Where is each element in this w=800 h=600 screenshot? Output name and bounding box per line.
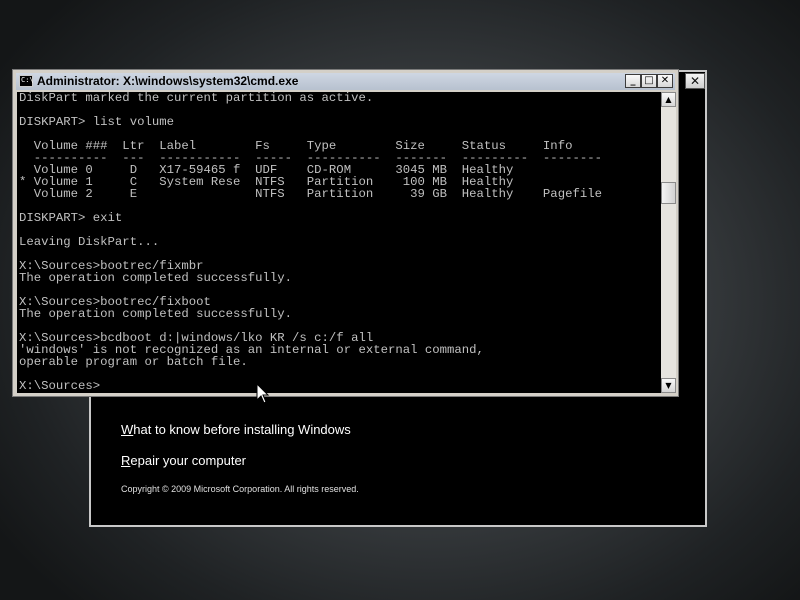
scroll-down-arrow-icon[interactable]: ▼ — [661, 378, 676, 393]
maximize-button[interactable]: □ — [641, 74, 657, 88]
cmd-window: C:\ Administrator: X:\windows\system32\c… — [12, 69, 679, 397]
what-to-know-accelerator: W — [121, 422, 134, 437]
vertical-scrollbar[interactable]: ▲ ▼ — [661, 92, 676, 393]
scroll-up-arrow-icon[interactable]: ▲ — [661, 92, 676, 107]
cmd-window-title: Administrator: X:\windows\system32\cmd.e… — [37, 74, 299, 88]
repair-text: epair your computer — [130, 453, 247, 468]
minimize-button[interactable]: _ — [625, 74, 641, 88]
scroll-thumb[interactable] — [661, 182, 676, 204]
repair-accelerator: R — [121, 453, 131, 468]
console-output[interactable]: DiskPart marked the current partition as… — [17, 92, 661, 393]
cmd-app-icon[interactable]: C:\ — [19, 75, 34, 87]
setup-close-button[interactable]: ✕ — [685, 73, 705, 89]
what-to-know-text: hat to know before installing Windows — [133, 422, 351, 437]
mouse-pointer-icon — [256, 383, 270, 404]
cmd-titlebar[interactable]: C:\ Administrator: X:\windows\system32\c… — [16, 73, 675, 90]
what-to-know-link[interactable]: What to know before installing Windows — [121, 422, 351, 437]
copyright-text: Copyright © 2009 Microsoft Corporation. … — [121, 484, 359, 494]
repair-computer-link[interactable]: Repair your computer — [121, 453, 246, 468]
close-button[interactable]: ✕ — [657, 74, 673, 88]
console-text: DiskPart marked the current partition as… — [19, 92, 602, 393]
